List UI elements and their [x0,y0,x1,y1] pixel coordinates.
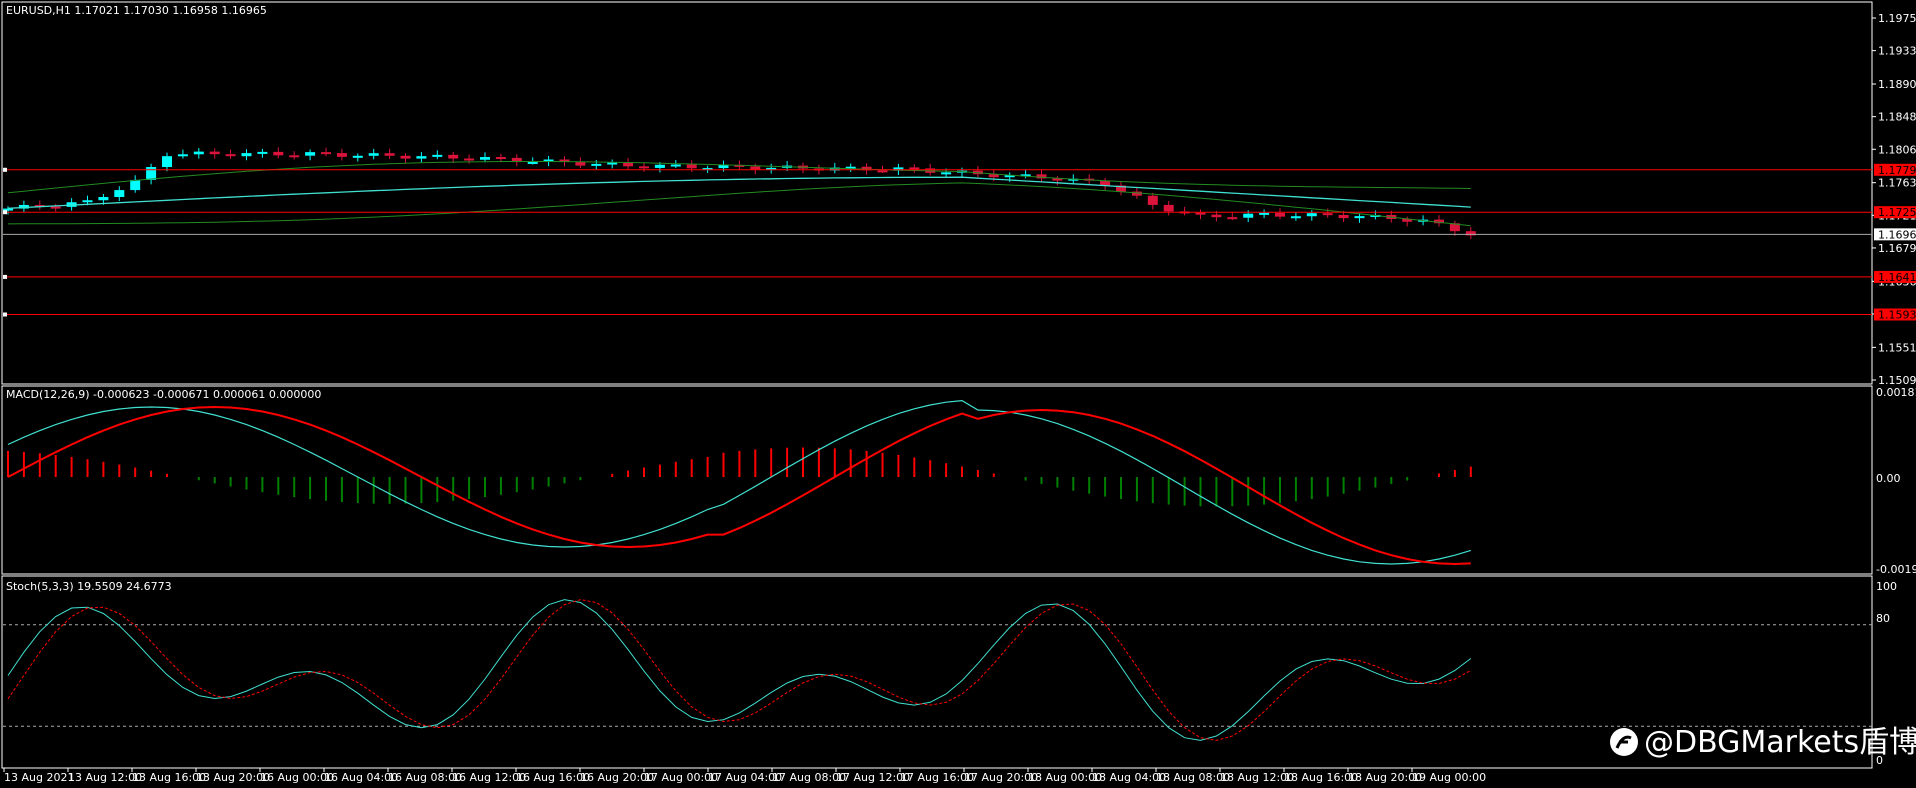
candle-body [639,166,649,169]
candle-body [1211,214,1222,218]
candle-body [98,197,109,201]
line-anchor-icon [3,167,7,172]
price-tag-label: 1.15933 [1878,309,1916,322]
price-tick-label: 1.19750 [1878,12,1916,25]
candle-body [416,156,427,159]
line-anchor-icon [3,210,7,215]
candle-body [273,151,284,156]
candle-body [670,164,681,167]
watermark-text: @DBGMarkets盾博 [1644,725,1916,760]
price-tick-label: 1.15510 [1878,341,1916,354]
macd-panel[interactable] [1,385,1873,575]
candle-body [130,179,141,191]
candle-body [321,152,331,155]
symbol-info: EURUSD,H1 1.17021 1.17030 1.16958 1.1696… [6,4,267,17]
candle-body [241,153,252,157]
price-tag-label: 1.17250 [1878,206,1916,219]
price-tick-label: 1.17630 [1878,177,1916,190]
candle-body [257,151,268,154]
candle-body [527,161,538,164]
price-tag-label: 1.17796 [1878,164,1916,177]
candle-body [686,164,697,169]
candle-body [1227,217,1238,220]
stoch-tick-100: 100 [1876,580,1897,593]
candle-body [193,151,204,155]
candle-body [448,154,459,159]
macd-info: MACD(12,26,9) -0.000623 -0.000671 0.0000… [6,388,321,401]
price-tick-label: 1.19330 [1878,45,1916,58]
candle-body [384,153,395,156]
candle-body [1259,212,1270,215]
candle-body [50,206,61,209]
candle-body [941,172,952,175]
candle-body [654,164,665,168]
line-anchor-icon [3,274,7,279]
time-tick-label: 19 Aug 00:00 [1412,771,1486,784]
candle-body [1306,213,1317,217]
candle-body [1275,212,1285,217]
candle-body [289,155,300,158]
watermark: @DBGMarkets盾博 [1610,725,1916,760]
price-tag-label: 1.16417 [1878,271,1916,284]
candle-body [877,170,888,173]
candle-body [368,153,379,156]
candle-body [400,155,411,159]
main-panel[interactable] [1,1,1873,385]
stoch-tick-80: 80 [1876,612,1890,625]
candle-body [1243,213,1254,218]
line-anchor-icon [3,312,7,317]
candle-body [591,163,602,166]
price-tick-label: 1.18480 [1878,111,1916,124]
macd-tick-bottom: -0.001958 [1876,563,1916,576]
price-tick-label: 1.18060 [1878,143,1916,156]
candle-body [225,154,236,157]
candle-body [1195,212,1206,215]
candle-body [162,156,172,168]
candle-body [209,151,220,155]
candle-body [352,155,363,158]
candle-body [1163,204,1174,212]
candle-body [495,157,506,160]
trading-chart[interactable]: EURUSD,H1 1.17021 1.17030 1.16958 1.1696… [0,0,1916,788]
candle-body [114,190,125,198]
candle-body [432,154,443,157]
candle-body [909,167,920,170]
stoch-panel[interactable] [1,575,1873,769]
time-tick-label: 13 Aug 2021 [4,771,74,784]
candle-body [1147,195,1158,205]
stoch-info: Stoch(5,3,3) 19.5509 24.6773 [6,580,172,593]
candle-body [1290,216,1301,219]
current-price-label: 1.16965 [1878,228,1916,241]
candle-body [146,167,157,180]
candle-body [464,158,475,161]
candle-body [1354,216,1365,219]
price-tick-label: 1.18900 [1878,78,1916,91]
candle-body [1338,214,1349,219]
candle-body [750,166,761,170]
candle-body [575,162,586,166]
macd-tick-zero: 0.00 [1876,472,1901,485]
candle-body [607,162,618,165]
candle-body [177,154,188,157]
macd-tick-top: 0.001814 [1876,386,1916,399]
candle-body [623,162,634,167]
candle-body [1322,213,1333,216]
time-axis: 13 Aug 202113 Aug 12:0013 Aug 16:0013 Au… [3,768,1486,784]
candle-body [82,200,93,203]
candle-body [480,157,490,160]
candle-body [305,152,316,156]
candle-body [336,153,347,157]
price-tick-label: 1.16790 [1878,242,1916,255]
price-axis: 1.19750 1.19330 1.18900 1.18480 1.18060 1.176… [1872,12,1916,387]
